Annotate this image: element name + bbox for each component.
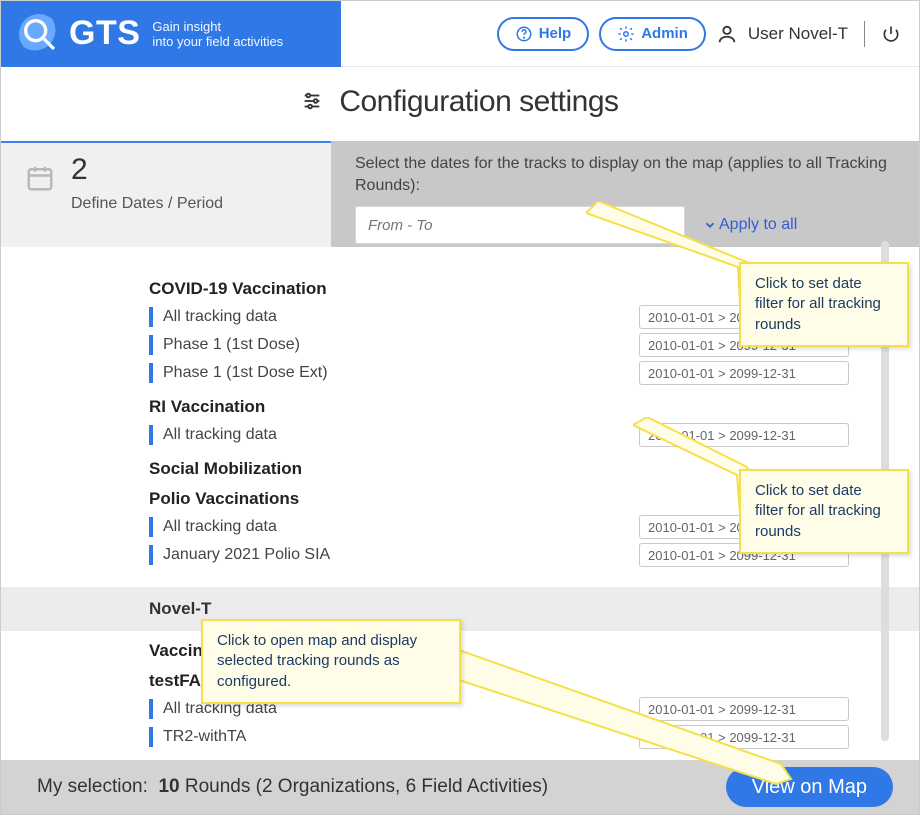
date-range-input[interactable] <box>355 206 685 244</box>
admin-button[interactable]: Admin <box>599 17 706 51</box>
gear-icon <box>617 25 635 43</box>
help-label: Help <box>539 25 572 42</box>
tracking-label: Phase 1 (1st Dose) <box>163 336 463 354</box>
row-date-input[interactable] <box>639 725 849 749</box>
footer-bar: My selection: 10 Rounds (2 Organizations… <box>1 760 919 814</box>
top-bar: GTS Gain insight into your field activit… <box>1 1 919 67</box>
accent-bar <box>149 335 153 355</box>
apply-to-all-label: Apply to all <box>719 216 797 234</box>
callout-row-date: Click to set date filter for all trackin… <box>739 469 909 554</box>
power-icon[interactable] <box>881 24 901 44</box>
accent-bar <box>149 727 153 747</box>
tracking-row: TR2-withTA <box>149 723 849 751</box>
user-area: User Novel-T <box>716 21 919 47</box>
tracking-label: January 2021 Polio SIA <box>163 546 463 564</box>
group-title: RI Vaccination <box>149 397 849 417</box>
tracking-label: TR2-withTA <box>163 728 463 746</box>
row-date-input[interactable] <box>639 423 849 447</box>
calendar-icon <box>25 163 55 198</box>
callout-apply-all: Click to set date filter for all trackin… <box>739 262 909 347</box>
step-number: 2 <box>71 155 223 185</box>
tracking-label: Phase 1 (1st Dose Ext) <box>163 364 463 382</box>
accent-bar <box>149 517 153 537</box>
brand-logo-icon <box>19 14 59 54</box>
step-body: Select the dates for the tracks to displ… <box>331 141 919 247</box>
step-instruction: Select the dates for the tracks to displ… <box>355 153 895 196</box>
apply-to-all-link[interactable]: Apply to all <box>703 216 797 234</box>
user-name: User Novel-T <box>748 24 848 44</box>
row-date-input[interactable] <box>639 361 849 385</box>
help-button[interactable]: Help <box>497 17 590 51</box>
tracking-label: All tracking data <box>163 426 463 444</box>
help-icon <box>515 25 533 43</box>
tracking-row: Phase 1 (1st Dose Ext) <box>149 359 849 387</box>
selection-count: 10 <box>158 776 179 798</box>
tracking-label: All tracking data <box>163 308 463 326</box>
selection-prefix: My selection: <box>37 776 148 798</box>
step-tab[interactable]: 2 Define Dates / Period <box>1 141 331 247</box>
callout-view-map: Click to open map and display selected t… <box>201 619 461 704</box>
tracking-label: All tracking data <box>163 518 463 536</box>
accent-bar <box>149 699 153 719</box>
page-title-row: Configuration settings <box>1 67 919 141</box>
admin-label: Admin <box>641 25 688 42</box>
brand-tagline: Gain insight into your field activities <box>152 19 283 49</box>
accent-bar <box>149 307 153 327</box>
brand-name: GTS <box>69 14 140 53</box>
view-on-map-button[interactable]: View on Map <box>726 767 893 807</box>
accent-bar <box>149 425 153 445</box>
step-header: 2 Define Dates / Period Select the dates… <box>1 141 919 247</box>
tracking-row: All tracking data <box>149 421 849 449</box>
divider <box>864 21 865 47</box>
row-date-input[interactable] <box>639 697 849 721</box>
user-icon <box>716 23 738 45</box>
accent-bar <box>149 545 153 565</box>
selection-rest: Rounds (2 Organizations, 6 Field Activit… <box>185 776 548 798</box>
brand-block: GTS Gain insight into your field activit… <box>1 1 341 67</box>
accent-bar <box>149 363 153 383</box>
page-title: Configuration settings <box>339 85 618 118</box>
step-label: Define Dates / Period <box>71 195 223 213</box>
sliders-icon <box>301 90 323 112</box>
chevron-down-icon <box>703 218 717 232</box>
